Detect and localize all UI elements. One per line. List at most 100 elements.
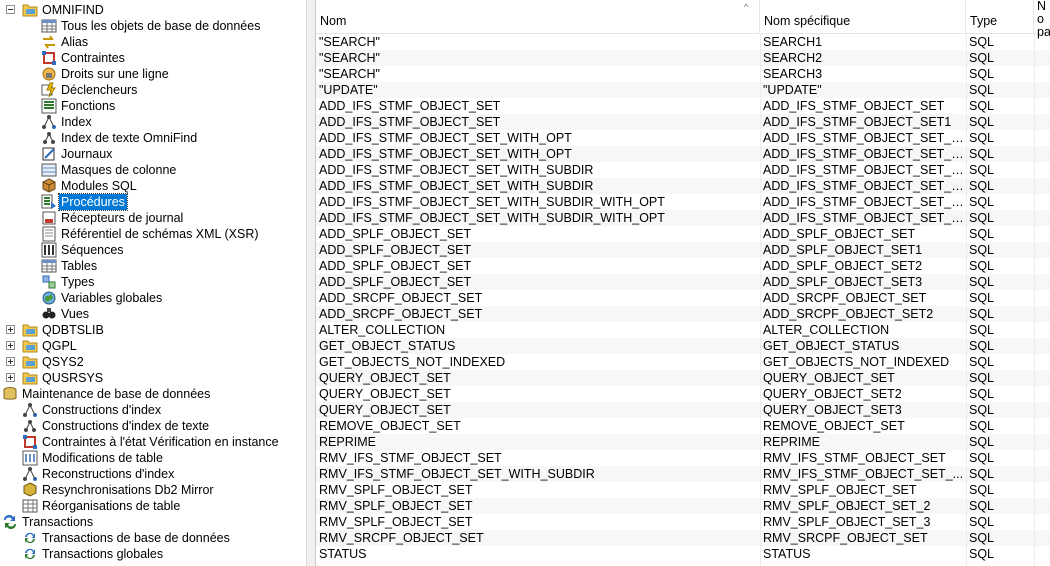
cell-nom-specifique: ADD_IFS_STMF_OBJECT_SET1 bbox=[763, 115, 952, 129]
cell-parametres bbox=[1034, 162, 1050, 178]
row-permission-icon bbox=[41, 66, 57, 82]
table-row[interactable]: ADD_SRCPF_OBJECT_SET ADD_SRCPF_OBJECT_SET… bbox=[316, 290, 1050, 306]
cell-type: SQL bbox=[969, 83, 995, 97]
table-row[interactable]: ALTER_COLLECTION ALTER_COLLECTION SQL bbox=[316, 322, 1050, 338]
cell-parametres bbox=[1034, 258, 1050, 274]
table-row[interactable]: REMOVE_OBJECT_SET REMOVE_OBJECT_SET SQL bbox=[316, 418, 1050, 434]
column-header-nombre-parametres[interactable]: No pa bbox=[1034, 0, 1050, 39]
procedures-list[interactable]: Nom ^ Nom spécifique Type No pa "SEARCH" S… bbox=[316, 0, 1050, 566]
cell-parametres bbox=[1034, 322, 1050, 338]
cell-type: SQL bbox=[969, 547, 995, 561]
table-row[interactable]: STATUS STATUS SQL bbox=[316, 546, 1050, 562]
cell-parametres bbox=[1034, 338, 1050, 354]
cell-parametres bbox=[1034, 130, 1050, 146]
table-row[interactable]: ADD_SPLF_OBJECT_SET ADD_SPLF_OBJECT_SET2 S… bbox=[316, 258, 1050, 274]
table-row[interactable]: ADD_IFS_STMF_OBJECT_SET ADD_IFS_STMF_OBJE… bbox=[316, 114, 1050, 130]
table-row[interactable]: QUERY_OBJECT_SET QUERY_OBJECT_SET2 SQL bbox=[316, 386, 1050, 402]
library-folder-icon bbox=[22, 354, 38, 370]
table-row[interactable]: ADD_IFS_STMF_OBJECT_SET_WITH_SUBDIR ADD_I… bbox=[316, 162, 1050, 178]
cell-nom: RMV_IFS_STMF_OBJECT_SET bbox=[319, 451, 502, 465]
cell-nom-specifique: QUERY_OBJECT_SET bbox=[763, 371, 895, 385]
type-icon bbox=[41, 274, 57, 290]
cell-type: SQL bbox=[969, 531, 995, 545]
expand-icon[interactable] bbox=[6, 357, 15, 366]
column-header-nom[interactable]: Nom ^ bbox=[316, 0, 760, 33]
tree-item-label: Fonctions bbox=[61, 99, 116, 113]
tree-item-label: Droits sur une ligne bbox=[61, 67, 169, 81]
cell-type: SQL bbox=[969, 67, 995, 81]
tree-item-label: Récepteurs de journal bbox=[61, 211, 184, 225]
table-row[interactable]: RMV_SPLF_OBJECT_SET RMV_SPLF_OBJECT_SET_2… bbox=[316, 498, 1050, 514]
tree-item-label: Réorganisations de table bbox=[42, 499, 181, 513]
cell-parametres bbox=[1034, 290, 1050, 306]
table-row[interactable]: ADD_IFS_STMF_OBJECT_SET ADD_IFS_STMF_OBJE… bbox=[316, 98, 1050, 114]
constraint-icon bbox=[41, 50, 57, 66]
table-row[interactable]: "SEARCH" SEARCH1 SQL bbox=[316, 34, 1050, 50]
tree-item-label: Masques de colonne bbox=[61, 163, 177, 177]
expand-icon[interactable] bbox=[6, 341, 15, 350]
table-row[interactable]: ADD_IFS_STMF_OBJECT_SET_WITH_OPT ADD_IFS_… bbox=[316, 146, 1050, 162]
table-row[interactable]: ADD_IFS_STMF_OBJECT_SET_WITH_OPT ADD_IFS_… bbox=[316, 130, 1050, 146]
expand-icon[interactable] bbox=[6, 325, 15, 334]
column-header-nom-specifique[interactable]: Nom spécifique bbox=[760, 0, 966, 33]
table-row[interactable]: ADD_IFS_STMF_OBJECT_SET_WITH_SUBDIR_WITH… bbox=[316, 210, 1050, 226]
sort-ascending-icon: ^ bbox=[744, 2, 749, 12]
expand-icon[interactable] bbox=[6, 373, 15, 382]
table-row[interactable]: REPRIME REPRIME SQL bbox=[316, 434, 1050, 450]
table-row[interactable]: "SEARCH" SEARCH3 SQL bbox=[316, 66, 1050, 82]
table-row[interactable]: ADD_SPLF_OBJECT_SET ADD_SPLF_OBJECT_SET1 S… bbox=[316, 242, 1050, 258]
table-row[interactable]: RMV_IFS_STMF_OBJECT_SET_WITH_SUBDIR RMV_I… bbox=[316, 466, 1050, 482]
table-row[interactable]: RMV_SPLF_OBJECT_SET RMV_SPLF_OBJECT_SET SQ… bbox=[316, 482, 1050, 498]
library-folder-icon bbox=[22, 338, 38, 354]
cell-type: SQL bbox=[969, 323, 995, 337]
xml-schema-icon bbox=[41, 226, 57, 242]
column-header-type[interactable]: Type bbox=[966, 0, 1034, 33]
table-row[interactable]: ADD_SPLF_OBJECT_SET ADD_SPLF_OBJECT_SET SQ… bbox=[316, 226, 1050, 242]
table-row[interactable]: ADD_SRCPF_OBJECT_SET ADD_SRCPF_OBJECT_SET… bbox=[316, 306, 1050, 322]
navigation-tree[interactable]: OMNIFIND Tous les objets de base de donné… bbox=[0, 0, 306, 566]
cell-nom-specifique: ADD_IFS_STMF_OBJECT_SET_W... bbox=[763, 211, 966, 225]
cell-nom-specifique: QUERY_OBJECT_SET2 bbox=[763, 387, 902, 401]
cell-type: SQL bbox=[969, 419, 995, 433]
cell-nom-specifique: RMV_SPLF_OBJECT_SET bbox=[763, 483, 917, 497]
cell-nom: QUERY_OBJECT_SET bbox=[319, 371, 451, 385]
collapse-icon[interactable] bbox=[6, 5, 15, 14]
tree-item-label: Variables globales bbox=[61, 291, 163, 305]
table-row[interactable]: ADD_SPLF_OBJECT_SET ADD_SPLF_OBJECT_SET3 S… bbox=[316, 274, 1050, 290]
table-row[interactable]: ADD_IFS_STMF_OBJECT_SET_WITH_SUBDIR ADD_I… bbox=[316, 178, 1050, 194]
library-folder-icon bbox=[22, 2, 38, 18]
cell-nom: ALTER_COLLECTION bbox=[319, 323, 446, 337]
tree-item-label: Contraintes à l'état Vérification en ins… bbox=[42, 435, 279, 449]
tree-item-label: Tables bbox=[61, 259, 98, 273]
tree-item-label: Index bbox=[61, 115, 92, 129]
cell-type: SQL bbox=[969, 355, 995, 369]
column-divider bbox=[760, 33, 761, 566]
cell-nom: RMV_SPLF_OBJECT_SET bbox=[319, 499, 473, 513]
table-row[interactable]: "SEARCH" SEARCH2 SQL bbox=[316, 50, 1050, 66]
table-row[interactable]: "UPDATE" "UPDATE" SQL bbox=[316, 82, 1050, 98]
table-row[interactable]: QUERY_OBJECT_SET QUERY_OBJECT_SET SQL bbox=[316, 370, 1050, 386]
cell-nom: "SEARCH" bbox=[319, 67, 380, 81]
table-row[interactable]: GET_OBJECTS_NOT_INDEXED GET_OBJECTS_NOT_I… bbox=[316, 354, 1050, 370]
pane-splitter[interactable] bbox=[306, 0, 316, 566]
table-row[interactable]: RMV_SRCPF_OBJECT_SET RMV_SRCPF_OBJECT_SET… bbox=[316, 530, 1050, 546]
cell-nom: GET_OBJECT_STATUS bbox=[319, 339, 456, 353]
column-header-text: No bbox=[1037, 0, 1047, 26]
cell-nom: ADD_IFS_STMF_OBJECT_SET_WITH_OPT bbox=[319, 131, 572, 145]
cell-type: SQL bbox=[969, 339, 995, 353]
cell-nom-specifique: ADD_IFS_STMF_OBJECT_SET bbox=[763, 99, 945, 113]
cell-nom-specifique: ADD_SRCPF_OBJECT_SET2 bbox=[763, 307, 934, 321]
maintenance-icon bbox=[2, 386, 18, 402]
cell-type: SQL bbox=[969, 435, 995, 449]
table-row[interactable]: ADD_IFS_STMF_OBJECT_SET_WITH_SUBDIR_WITH… bbox=[316, 194, 1050, 210]
table-row[interactable]: GET_OBJECT_STATUS GET_OBJECT_STATUS SQL bbox=[316, 338, 1050, 354]
table-row[interactable]: RMV_IFS_STMF_OBJECT_SET RMV_IFS_STMF_OBJE… bbox=[316, 450, 1050, 466]
cell-nom: ADD_SPLF_OBJECT_SET bbox=[319, 243, 472, 257]
table-row[interactable]: RMV_SPLF_OBJECT_SET RMV_SPLF_OBJECT_SET_3… bbox=[316, 514, 1050, 530]
cell-nom-specifique: QUERY_OBJECT_SET3 bbox=[763, 403, 902, 417]
tree-item-label: Constructions d'index bbox=[42, 403, 162, 417]
cell-parametres bbox=[1034, 418, 1050, 434]
cell-parametres bbox=[1034, 242, 1050, 258]
table-row[interactable]: QUERY_OBJECT_SET QUERY_OBJECT_SET3 SQL bbox=[316, 402, 1050, 418]
tree-item-label: Alias bbox=[61, 35, 89, 49]
